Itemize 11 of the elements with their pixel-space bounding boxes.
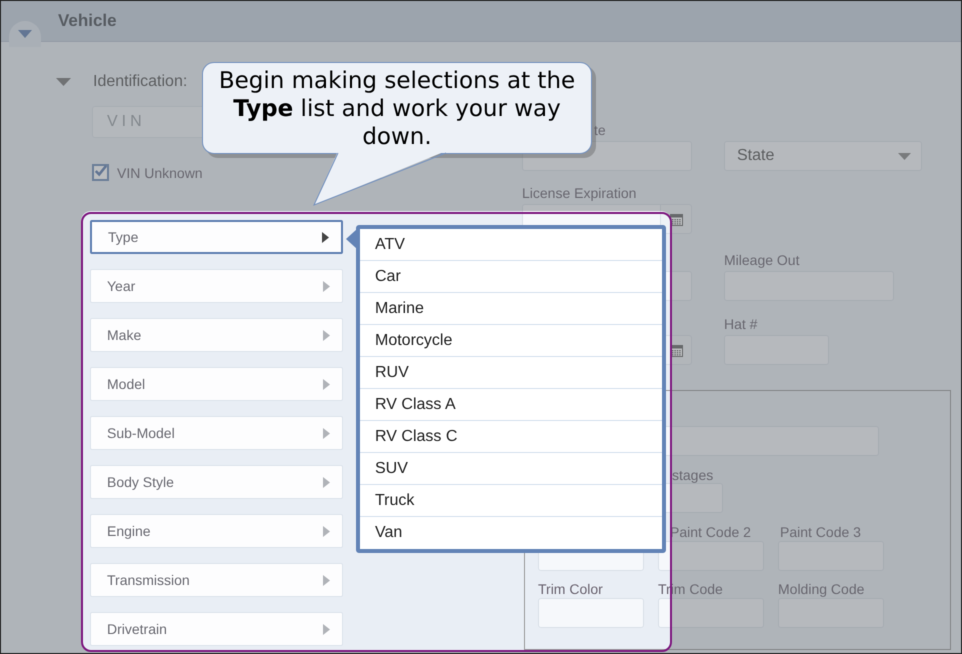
checkbox-label: VIN Unknown: [117, 164, 203, 180]
field-label: te: [593, 122, 607, 138]
subsection-title: Identification:: [93, 73, 188, 91]
field-label: Hat #: [724, 316, 758, 332]
field-label: Molding Code: [778, 581, 866, 597]
field-label: Mileage Out: [724, 252, 800, 268]
field-label: Paint Code 3: [780, 524, 862, 540]
section-title: Vehicle: [58, 11, 117, 31]
field-label: stages: [672, 467, 714, 483]
field-label: Trim Color: [538, 581, 604, 597]
field-label: License Expiration: [522, 185, 638, 201]
